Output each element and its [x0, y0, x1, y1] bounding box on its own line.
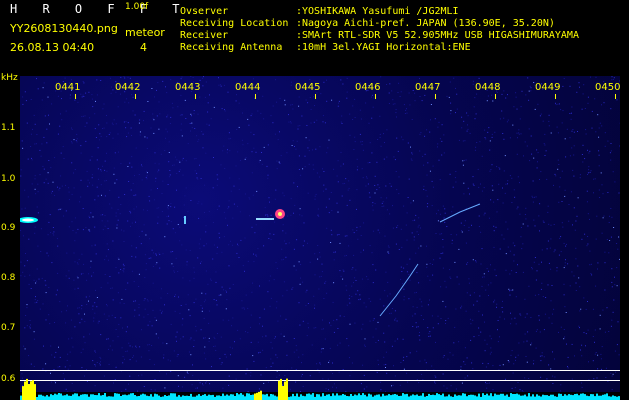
- x-tick-mark: [75, 94, 76, 99]
- x-tick-mark: [615, 94, 616, 99]
- x-tick-mark: [375, 94, 376, 99]
- x-tick-mark: [195, 94, 196, 99]
- x-tick-mark: [495, 94, 496, 99]
- y-tick-label: 0.9: [1, 223, 16, 233]
- y-axis-unit: kHz: [1, 73, 18, 83]
- antenna-value: :10mH 3el.YAGI Horizontal:ENE: [296, 42, 471, 53]
- meteor-count: 4: [140, 41, 147, 54]
- receiver-value: :SMArt RTL-SDR V5 52.905MHz USB HIGASHIM…: [296, 30, 579, 41]
- date-time: 26.08.13 04:40: [10, 41, 95, 54]
- y-axis: kHz 1.1 1.0 0.9 0.8 0.7 0.6: [0, 74, 20, 400]
- spectrogram: [20, 76, 620, 392]
- header: H R O F F T 1.00f YY2608130440.png 26.08…: [0, 0, 629, 74]
- observer-label: Ovserver: [180, 6, 229, 17]
- y-tick-label: 0.7: [1, 323, 16, 333]
- y-tick-label: 0.6: [1, 374, 16, 384]
- antenna-label: Receiving Antenna: [180, 42, 283, 53]
- spectrogram-plot: [20, 76, 620, 392]
- echo-0444-line: [256, 218, 274, 220]
- location-label: Receiving Location: [180, 18, 289, 29]
- x-tick-label: 0444: [235, 82, 261, 93]
- x-tick-label: 0445: [295, 82, 321, 93]
- x-tick-label: 0448: [475, 82, 501, 93]
- receiver-label: Receiver: [180, 30, 229, 41]
- meteor-echoes: [20, 203, 481, 317]
- observer-value: :YOSHIKAWA Yasufumi /JG2MLI: [296, 6, 459, 17]
- x-tick-label: 0450: [595, 82, 621, 93]
- x-tick-label: 0449: [535, 82, 561, 93]
- x-tick-mark: [135, 94, 136, 99]
- echo-0443: [184, 216, 186, 224]
- x-tick-mark: [555, 94, 556, 99]
- x-tick-mark: [315, 94, 316, 99]
- echo-0444-core: [278, 212, 282, 216]
- x-tick-label: 0446: [355, 82, 381, 93]
- noise-layer: [20, 76, 620, 392]
- y-tick-label: 1.0: [1, 174, 16, 184]
- y-tick-label: 0.8: [1, 273, 16, 283]
- y-tick-label: 1.1: [1, 123, 16, 133]
- x-tick-label: 0447: [415, 82, 441, 93]
- app-version: 1.00f: [125, 2, 149, 12]
- x-tick-label: 0443: [175, 82, 201, 93]
- file-name: YY2608130440.png: [10, 22, 118, 35]
- echo-0447-trail: [439, 203, 481, 223]
- level-line-upper: [20, 370, 620, 371]
- x-tick-mark: [435, 94, 436, 99]
- x-tick-mark: [255, 94, 256, 99]
- x-tick-label: 0441: [55, 82, 81, 93]
- level-line-lower: [20, 380, 620, 381]
- x-tick-label: 0442: [115, 82, 141, 93]
- app-title: H R O F F T: [10, 2, 189, 16]
- meteor-label: meteor: [125, 26, 165, 39]
- location-value: :Nagoya Aichi-pref. JAPAN (136.90E, 35.2…: [296, 18, 555, 29]
- echo-left-edge-core: [22, 218, 34, 222]
